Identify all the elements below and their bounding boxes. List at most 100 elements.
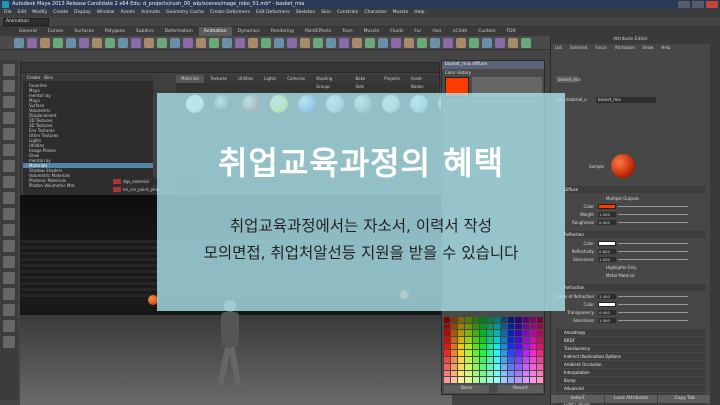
palette-swatch[interactable]: [515, 357, 522, 363]
shelf-tool-icon[interactable]: [92, 38, 102, 48]
palette-swatch[interactable]: [515, 370, 522, 377]
palette-swatch[interactable]: [529, 350, 536, 357]
material-tab[interactable]: Textures: [205, 75, 232, 83]
palette-swatch[interactable]: [536, 363, 543, 370]
attribute-slider[interactable]: [618, 214, 688, 215]
palette-swatch[interactable]: [508, 377, 515, 383]
palette-swatch[interactable]: [529, 357, 536, 363]
palette-swatch[interactable]: [486, 317, 493, 323]
shelf-tool-icon[interactable]: [14, 38, 24, 48]
attribute-slider[interactable]: [618, 251, 688, 252]
palette-swatch[interactable]: [501, 323, 508, 330]
palette-swatch[interactable]: [486, 377, 493, 383]
shelf-tool-icon[interactable]: [391, 38, 401, 48]
shelf-tool-icon[interactable]: [300, 38, 310, 48]
palette-swatch[interactable]: [529, 330, 536, 337]
shelf-tab[interactable]: Surfaces: [69, 27, 99, 36]
shelf-tool-icon[interactable]: [27, 38, 37, 48]
palette-swatch[interactable]: [444, 343, 451, 350]
menu-item[interactable]: File: [4, 9, 12, 17]
tool-icon[interactable]: [3, 288, 15, 300]
palette-swatch[interactable]: [501, 363, 508, 370]
shelf-tab[interactable]: Polygons: [100, 27, 130, 36]
attribute-editor-button[interactable]: Load Attributes: [604, 395, 658, 403]
shelf-tab[interactable]: Fur: [409, 27, 426, 36]
shelf-tool-icon[interactable]: [274, 38, 284, 48]
attribute-value[interactable]: 0.600: [598, 249, 616, 254]
collapsed-section[interactable]: Interpolation: [556, 369, 706, 376]
close-button[interactable]: [706, 1, 718, 8]
shelf-tool-icon[interactable]: [365, 38, 375, 48]
shelf-tool-icon[interactable]: [53, 38, 63, 48]
shelf-tool-icon[interactable]: [144, 38, 154, 48]
palette-swatch[interactable]: [486, 350, 493, 357]
palette-swatch[interactable]: [444, 323, 451, 330]
palette-swatch[interactable]: [465, 337, 472, 343]
palette-swatch[interactable]: [522, 317, 529, 323]
attribute-value[interactable]: 1.000: [598, 318, 616, 323]
attribute-value[interactable]: 1.000: [598, 257, 616, 262]
menu-item[interactable]: Skin: [321, 9, 331, 17]
palette-swatch[interactable]: [451, 317, 458, 323]
shelf-tool-icon[interactable]: [326, 38, 336, 48]
attribute-value[interactable]: 1.000: [598, 212, 616, 217]
tool-icon[interactable]: [3, 144, 15, 156]
collapsed-section[interactable]: Translucency: [556, 345, 706, 352]
palette-swatch[interactable]: [479, 370, 486, 377]
palette-swatch[interactable]: [479, 330, 486, 337]
palette-swatch[interactable]: [465, 343, 472, 350]
palette-swatch[interactable]: [458, 337, 465, 343]
palette-swatch[interactable]: [536, 357, 543, 363]
palette-swatch[interactable]: [486, 357, 493, 363]
palette-swatch[interactable]: [522, 343, 529, 350]
palette-swatch[interactable]: [501, 330, 508, 337]
palette-swatch[interactable]: [529, 317, 536, 323]
palette-swatch[interactable]: [451, 370, 458, 377]
palette-swatch[interactable]: [465, 350, 472, 357]
palette-swatch[interactable]: [508, 370, 515, 377]
tool-icon[interactable]: [3, 160, 15, 172]
palette-swatch[interactable]: [486, 337, 493, 343]
menu-item[interactable]: Create: [53, 9, 68, 17]
shelf-tab[interactable]: Hair: [427, 27, 446, 36]
shelf-tool-icon[interactable]: [79, 38, 89, 48]
shelf-tool-icon[interactable]: [209, 38, 219, 48]
attribute-slider[interactable]: [618, 312, 688, 313]
palette-swatch[interactable]: [522, 377, 529, 383]
menu-item[interactable]: Assets: [120, 9, 135, 17]
shelf-tool-icon[interactable]: [131, 38, 141, 48]
attribute-slider[interactable]: [618, 320, 688, 321]
section-refraction[interactable]: Refraction: [556, 284, 706, 291]
attribute-slider[interactable]: [618, 222, 688, 223]
shelf-tool-icon[interactable]: [170, 38, 180, 48]
shelf-tool-icon[interactable]: [313, 38, 323, 48]
palette-swatch[interactable]: [451, 357, 458, 363]
collapsed-section[interactable]: BRDF: [556, 337, 706, 344]
attribute-menu-item[interactable]: Show: [643, 44, 654, 52]
palette-swatch[interactable]: [458, 323, 465, 330]
palette-swatch[interactable]: [515, 317, 522, 323]
palette-swatch[interactable]: [444, 357, 451, 363]
material-tab[interactable]: Shading Groups: [311, 75, 349, 89]
palette-swatch[interactable]: [508, 337, 515, 343]
color-swatch[interactable]: [598, 204, 616, 209]
palette-swatch[interactable]: [444, 377, 451, 383]
palette-swatch[interactable]: [508, 343, 515, 350]
menu-item[interactable]: Skeleton: [296, 9, 315, 17]
palette-swatch[interactable]: [479, 357, 486, 363]
menu-item[interactable]: Edit: [18, 9, 27, 17]
section-diffuse[interactable]: Diffuse: [556, 186, 706, 193]
attribute-menu-item[interactable]: Selected: [570, 44, 587, 52]
palette-swatch[interactable]: [522, 323, 529, 330]
shelf-tab[interactable]: Subdivs: [131, 27, 159, 36]
shelf-tool-icon[interactable]: [469, 38, 479, 48]
palette-swatch[interactable]: [458, 363, 465, 370]
palette-swatch[interactable]: [458, 317, 465, 323]
palette-swatch[interactable]: [508, 317, 515, 323]
collapsed-section[interactable]: Anisotropy: [556, 329, 706, 336]
done-button[interactable]: Done: [444, 385, 489, 393]
palette-swatch[interactable]: [451, 377, 458, 383]
palette-swatch[interactable]: [465, 370, 472, 377]
attribute-slider[interactable]: [618, 259, 688, 260]
shelf-tab[interactable]: General: [14, 27, 42, 36]
